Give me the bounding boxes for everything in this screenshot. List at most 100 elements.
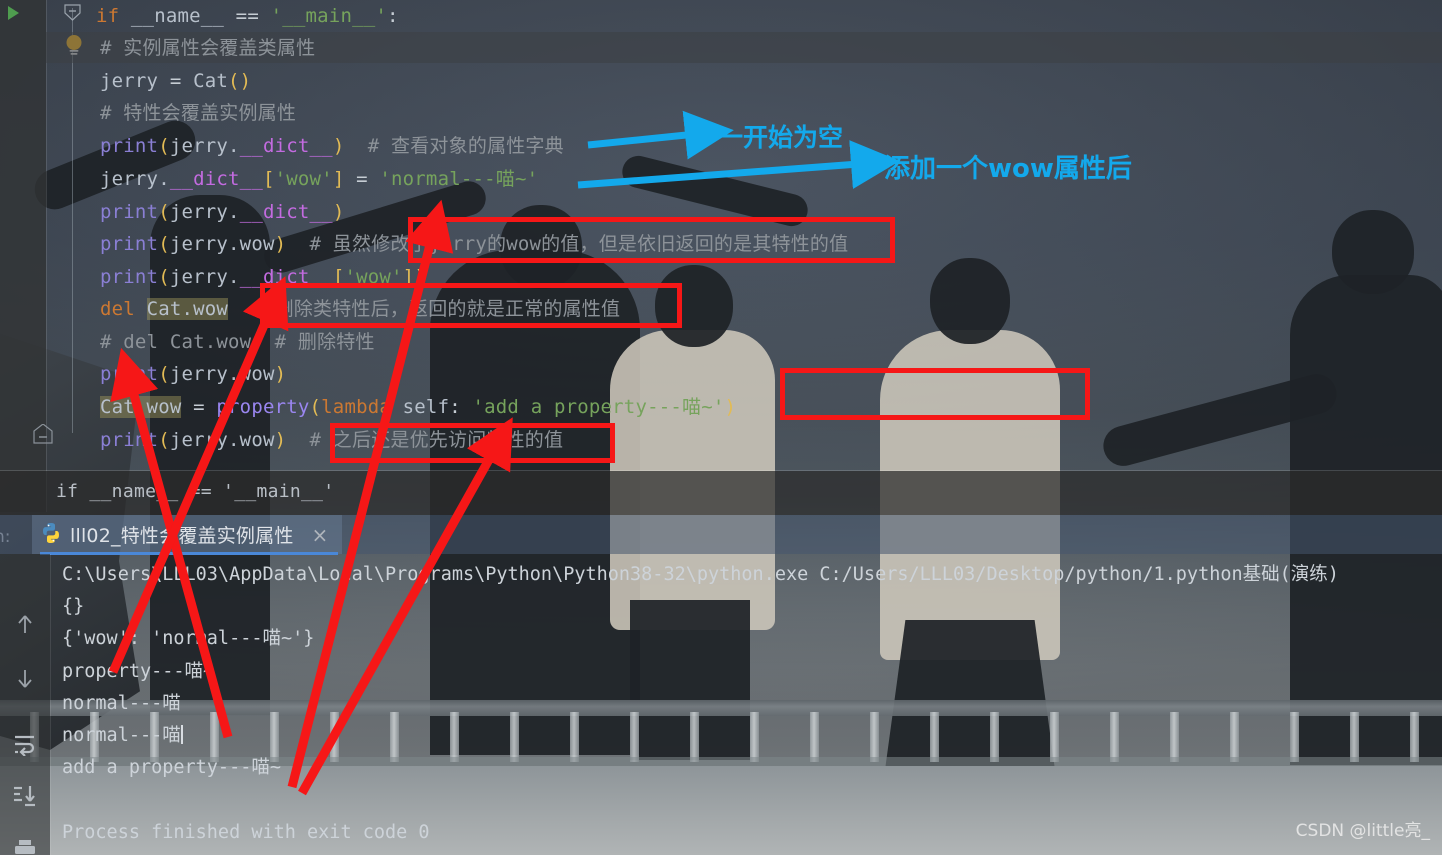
- code-token: __dict__: [239, 266, 333, 288]
- code-token: (: [158, 233, 170, 255]
- breadcrumb-text: if __name__ == '__main__': [56, 481, 335, 502]
- code-token: =: [344, 168, 380, 190]
- code-token: (: [158, 429, 170, 451]
- console-line: property---喵~: [62, 661, 215, 682]
- code-token: ): [332, 201, 345, 223]
- code-token: # 查看对象的属性字典: [367, 135, 564, 157]
- code-token: ): [414, 266, 426, 288]
- code-token: '__main__': [270, 5, 387, 27]
- code-token: lambda: [321, 396, 392, 418]
- console-line: Process finished with exit code 0: [62, 822, 430, 843]
- code-line[interactable]: # 实例属性会覆盖类属性: [100, 32, 315, 64]
- code-line[interactable]: Cat.wow = property(lambda self: 'add a p…: [100, 391, 736, 423]
- code-token: print: [100, 233, 159, 255]
- console-line: {'wow': 'normal---喵~'}: [62, 628, 315, 649]
- code-token: # 实例属性会覆盖类属性: [100, 37, 316, 59]
- run-tool-window: n: lll02_特性会覆盖实例属性 ×: [0, 515, 1442, 855]
- code-token: 'add a property---喵~': [472, 396, 725, 418]
- code-token: jerry.: [169, 135, 240, 157]
- code-token: ): [724, 396, 737, 418]
- console-line: add a property---喵~: [62, 757, 281, 778]
- code-line[interactable]: if __name__ == '__main__':: [96, 0, 399, 32]
- code-line[interactable]: jerry = Cat(): [100, 65, 251, 97]
- code-token: (: [309, 396, 322, 418]
- code-token: (: [158, 135, 170, 157]
- code-token: ): [332, 135, 345, 157]
- code-token: jerry.wow: [169, 363, 275, 385]
- code-line[interactable]: # del Cat.wow # 删除特性: [100, 326, 375, 358]
- code-line[interactable]: # 特性会覆盖实例属性: [100, 97, 296, 129]
- code-line[interactable]: print(jerry.__dict__) # 查看对象的属性字典: [100, 130, 564, 162]
- code-token: Cat: [193, 70, 229, 92]
- code-token: ==: [224, 5, 271, 27]
- code-token: print: [100, 429, 159, 451]
- code-editor[interactable]: if __name__ == '__main__': # 实例属性会覆盖类属性 je…: [0, 0, 1442, 470]
- console-line: normal---喵: [62, 725, 183, 746]
- code-line[interactable]: jerry.__dict__['wow'] = 'normal---喵~': [100, 163, 538, 195]
- print-icon[interactable]: [13, 838, 37, 855]
- code-token: (): [228, 70, 252, 92]
- code-token: :: [449, 396, 473, 418]
- code-token: Cat.wow: [100, 396, 182, 418]
- code-token: Cat.wow: [146, 298, 229, 320]
- console-line: normal---喵: [62, 693, 181, 714]
- arrow-down-icon[interactable]: [13, 667, 37, 691]
- scroll-to-end-icon[interactable]: [13, 784, 37, 808]
- code-token: :: [387, 5, 399, 27]
- code-token: ): [274, 363, 287, 385]
- code-token: # 虽然修改了jerry的wow的值，但是依旧返回的是其特性的值: [309, 233, 849, 255]
- screenshot-root: if __name__ == '__main__': # 实例属性会覆盖类属性 je…: [0, 0, 1442, 855]
- code-token: jerry.wow: [169, 429, 275, 451]
- code-token: print: [100, 135, 159, 157]
- code-token: # del Cat.wow # 删除特性: [100, 331, 375, 353]
- code-token: print: [100, 363, 159, 385]
- code-line[interactable]: print(jerry.wow): [100, 358, 286, 390]
- code-line[interactable]: print(jerry.__dict__): [100, 196, 344, 228]
- code-token: __dict__: [169, 168, 263, 190]
- console-caret: [180, 725, 183, 744]
- code-token: (: [158, 266, 170, 288]
- run-tab-active[interactable]: lll02_特性会覆盖实例属性 ×: [32, 515, 343, 554]
- code-token: jerry.: [169, 201, 240, 223]
- code-token: self: [391, 396, 450, 418]
- console-divider: [50, 554, 51, 855]
- code-line[interactable]: print(jerry.wow) # 之后还是优先访问特性的值: [100, 424, 563, 456]
- breadcrumb[interactable]: if __name__ == '__main__': [0, 471, 1442, 515]
- code-token: =: [169, 70, 194, 92]
- code-token: jerry.wow: [169, 233, 275, 255]
- code-token: [: [262, 168, 275, 190]
- code-token: property: [216, 396, 310, 418]
- code-token: __name__: [130, 5, 225, 27]
- arrow-up-icon[interactable]: [13, 612, 37, 636]
- console-line: C:\Users\LLL03\AppData\Local\Programs\Py…: [62, 564, 1339, 585]
- code-line[interactable]: print(jerry.__dict__['wow']): [100, 261, 426, 293]
- code-token: if: [96, 5, 120, 27]
- code-token: (: [158, 201, 170, 223]
- console-line: {}: [62, 596, 85, 617]
- code-token: print: [100, 266, 159, 288]
- code-token: [: [332, 266, 345, 288]
- run-tab-title: lll02_特性会覆盖实例属性: [70, 525, 294, 547]
- close-icon[interactable]: ×: [312, 525, 329, 545]
- soft-wrap-icon[interactable]: [13, 732, 37, 757]
- code-token: jerry.: [100, 168, 170, 190]
- code-token: jerry.: [169, 266, 240, 288]
- code-token: ): [274, 429, 287, 451]
- code-token: del: [100, 298, 147, 320]
- python-file-icon: [40, 522, 62, 548]
- code-token: # 之后还是优先访问特性的值: [309, 429, 564, 451]
- code-token: __dict__: [239, 135, 333, 157]
- code-token: ]: [402, 266, 415, 288]
- code-token: 'normal---喵~': [379, 168, 539, 190]
- code-line[interactable]: del Cat.wow # 删除类特性后，返回的就是正常的属性值: [100, 293, 620, 325]
- code-token: # 特性会覆盖实例属性: [100, 102, 297, 124]
- run-tab-underline: [40, 552, 338, 555]
- code-line[interactable]: print(jerry.wow) # 虽然修改了jerry的wow的值，但是依旧…: [100, 228, 848, 260]
- code-token: (: [158, 363, 170, 385]
- code-token: ]: [332, 168, 345, 190]
